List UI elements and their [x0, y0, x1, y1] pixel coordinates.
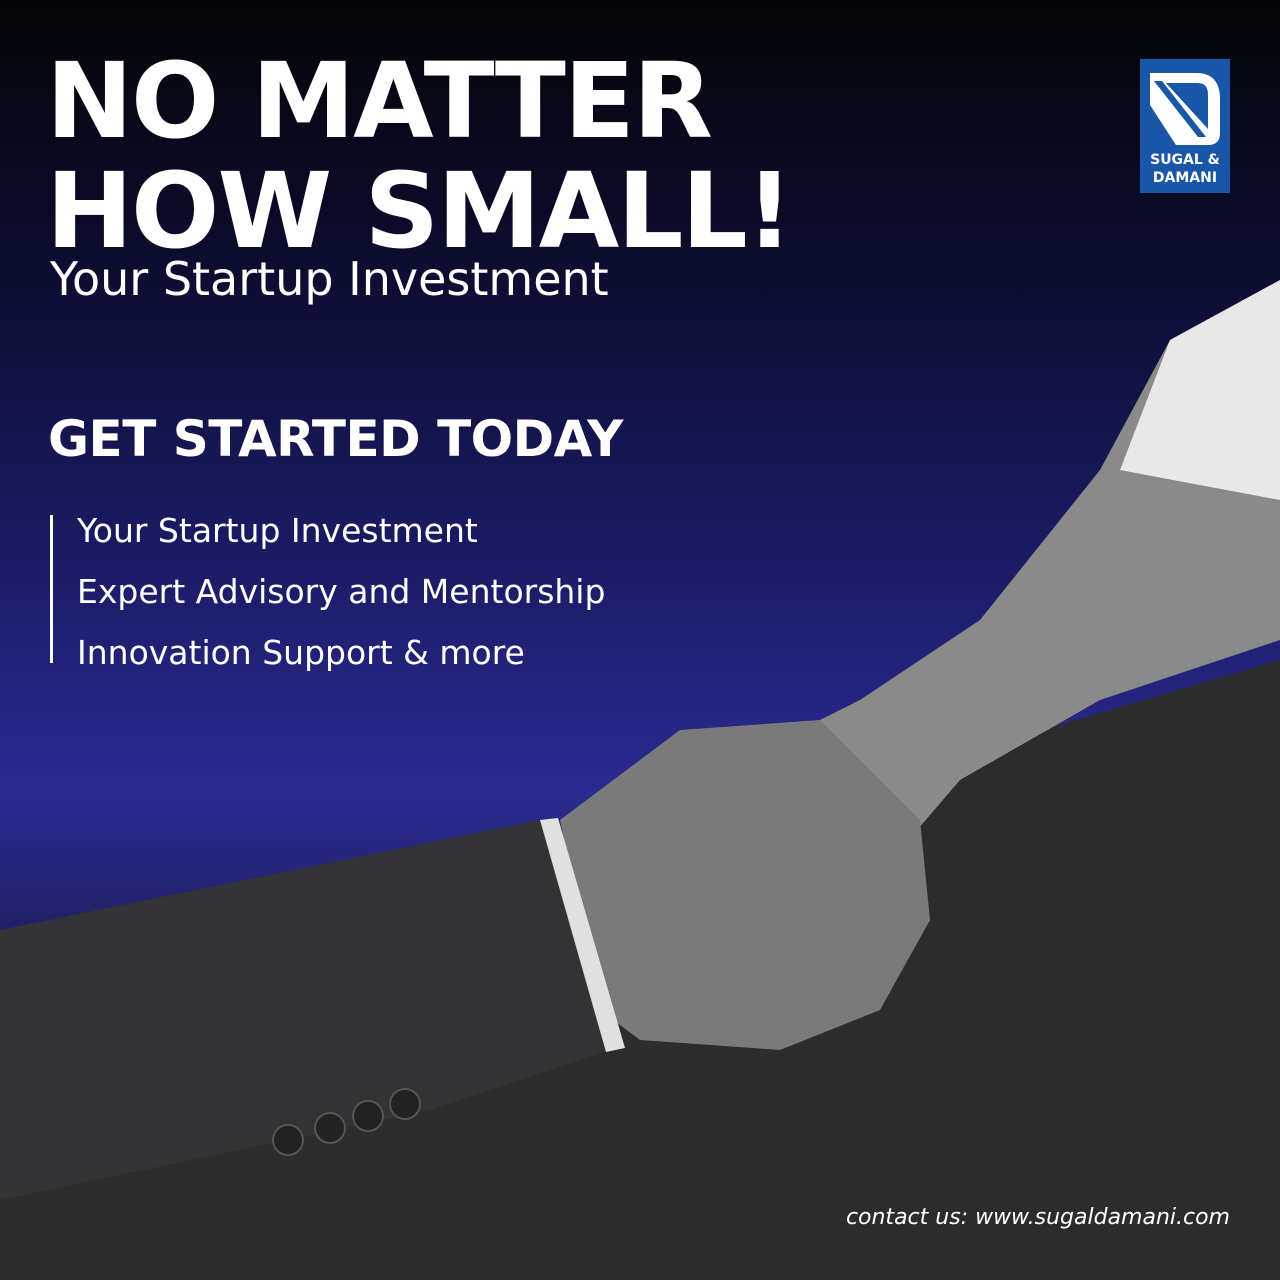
poster: NO MATTER HOW SMALL! Your Startup Invest… — [0, 0, 1280, 1280]
cta-heading: GET STARTED TODAY — [48, 410, 623, 468]
logo-d-icon — [1150, 73, 1220, 145]
feature-item: Innovation Support & more — [77, 633, 525, 672]
logo-line-2: DAMANI — [1152, 170, 1218, 186]
brand-logo: SUGAL & DAMANI — [1140, 59, 1230, 193]
headline: NO MATTER HOW SMALL! — [46, 40, 793, 272]
feature-item: Expert Advisory and Mentorship — [77, 572, 606, 611]
subtitle: Your Startup Investment — [50, 252, 609, 306]
feature-item: Your Startup Investment — [77, 511, 478, 550]
logo-line-1: SUGAL & — [1150, 152, 1220, 168]
headline-line-2: HOW SMALL! — [46, 150, 793, 272]
feature-list: Your Startup Investment Expert Advisory … — [50, 511, 606, 669]
headline-line-1: NO MATTER — [46, 40, 713, 162]
contact-link[interactable]: contact us: www.sugaldamani.com — [846, 1205, 1230, 1230]
